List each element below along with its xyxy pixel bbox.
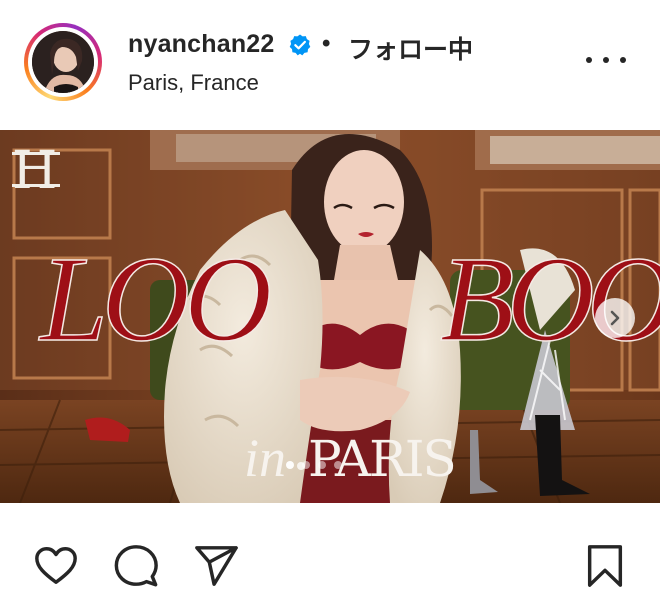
carousel-dot: [302, 461, 310, 469]
verified-badge-icon: [289, 34, 311, 56]
bookmark-icon[interactable]: [582, 543, 628, 589]
lookbook-title-right: BOOK: [440, 232, 660, 367]
separator-dot: •: [322, 30, 331, 57]
avatar-photo: [32, 31, 94, 93]
post-image[interactable]: H LOO BOOK in PARIS: [0, 130, 660, 503]
action-bar: [0, 503, 660, 600]
subtitle-script: in: [244, 428, 286, 488]
carousel-dot-active: [286, 461, 294, 469]
more-options-icon[interactable]: [586, 50, 626, 70]
comment-bubble-icon[interactable]: [113, 543, 159, 589]
carousel-indicator: [286, 461, 342, 469]
carousel-dot: [318, 461, 326, 469]
lookbook-photo: H LOO BOOK in PARIS: [0, 130, 660, 503]
location-link[interactable]: Paris, France: [128, 70, 259, 96]
heart-icon[interactable]: [33, 543, 79, 589]
instagram-post: nyanchan22 • フォロー中 Paris, France H LOO B…: [0, 0, 660, 600]
paper-plane-icon[interactable]: [193, 543, 239, 589]
lookbook-title-left: LOO: [38, 232, 270, 367]
avatar[interactable]: [32, 31, 94, 93]
carousel-dot: [334, 461, 342, 469]
following-button[interactable]: フォロー中: [348, 30, 473, 66]
post-header: nyanchan22 • フォロー中 Paris, France: [0, 0, 660, 130]
next-slide-button[interactable]: [595, 298, 635, 338]
subtitle-city: PARIS: [308, 430, 455, 488]
username[interactable]: nyanchan22: [128, 30, 275, 59]
story-ring[interactable]: [24, 23, 102, 101]
brand-mark: H: [12, 141, 57, 201]
chevron-right-icon: [610, 310, 620, 326]
